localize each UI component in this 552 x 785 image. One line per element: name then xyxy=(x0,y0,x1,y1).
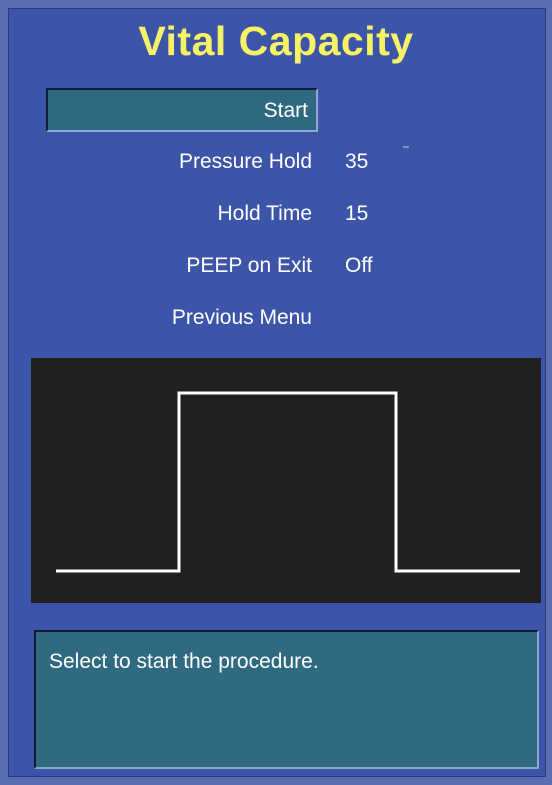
pressure-hold-value[interactable]: 35 xyxy=(345,150,368,174)
cursor-mark xyxy=(403,146,409,148)
info-message: Select to start the procedure. xyxy=(49,650,319,673)
waveform-svg xyxy=(56,391,520,573)
hold-time-value[interactable]: 15 xyxy=(345,202,368,226)
start-button[interactable]: Start xyxy=(46,88,318,132)
pressure-waveform-line xyxy=(56,391,520,573)
menu-item-hold-time[interactable]: Hold Time xyxy=(217,202,312,226)
start-button-label: Start xyxy=(263,99,308,122)
menu-item-pressure-hold[interactable]: Pressure Hold xyxy=(179,150,312,174)
menu-item-previous-menu[interactable]: Previous Menu xyxy=(172,306,312,330)
waveform-display xyxy=(31,358,541,603)
info-box: Select to start the procedure. xyxy=(34,630,539,769)
menu-item-peep-on-exit[interactable]: PEEP on Exit xyxy=(186,254,312,278)
peep-on-exit-value[interactable]: Off xyxy=(345,254,373,278)
page-title: Vital Capacity xyxy=(138,18,414,64)
